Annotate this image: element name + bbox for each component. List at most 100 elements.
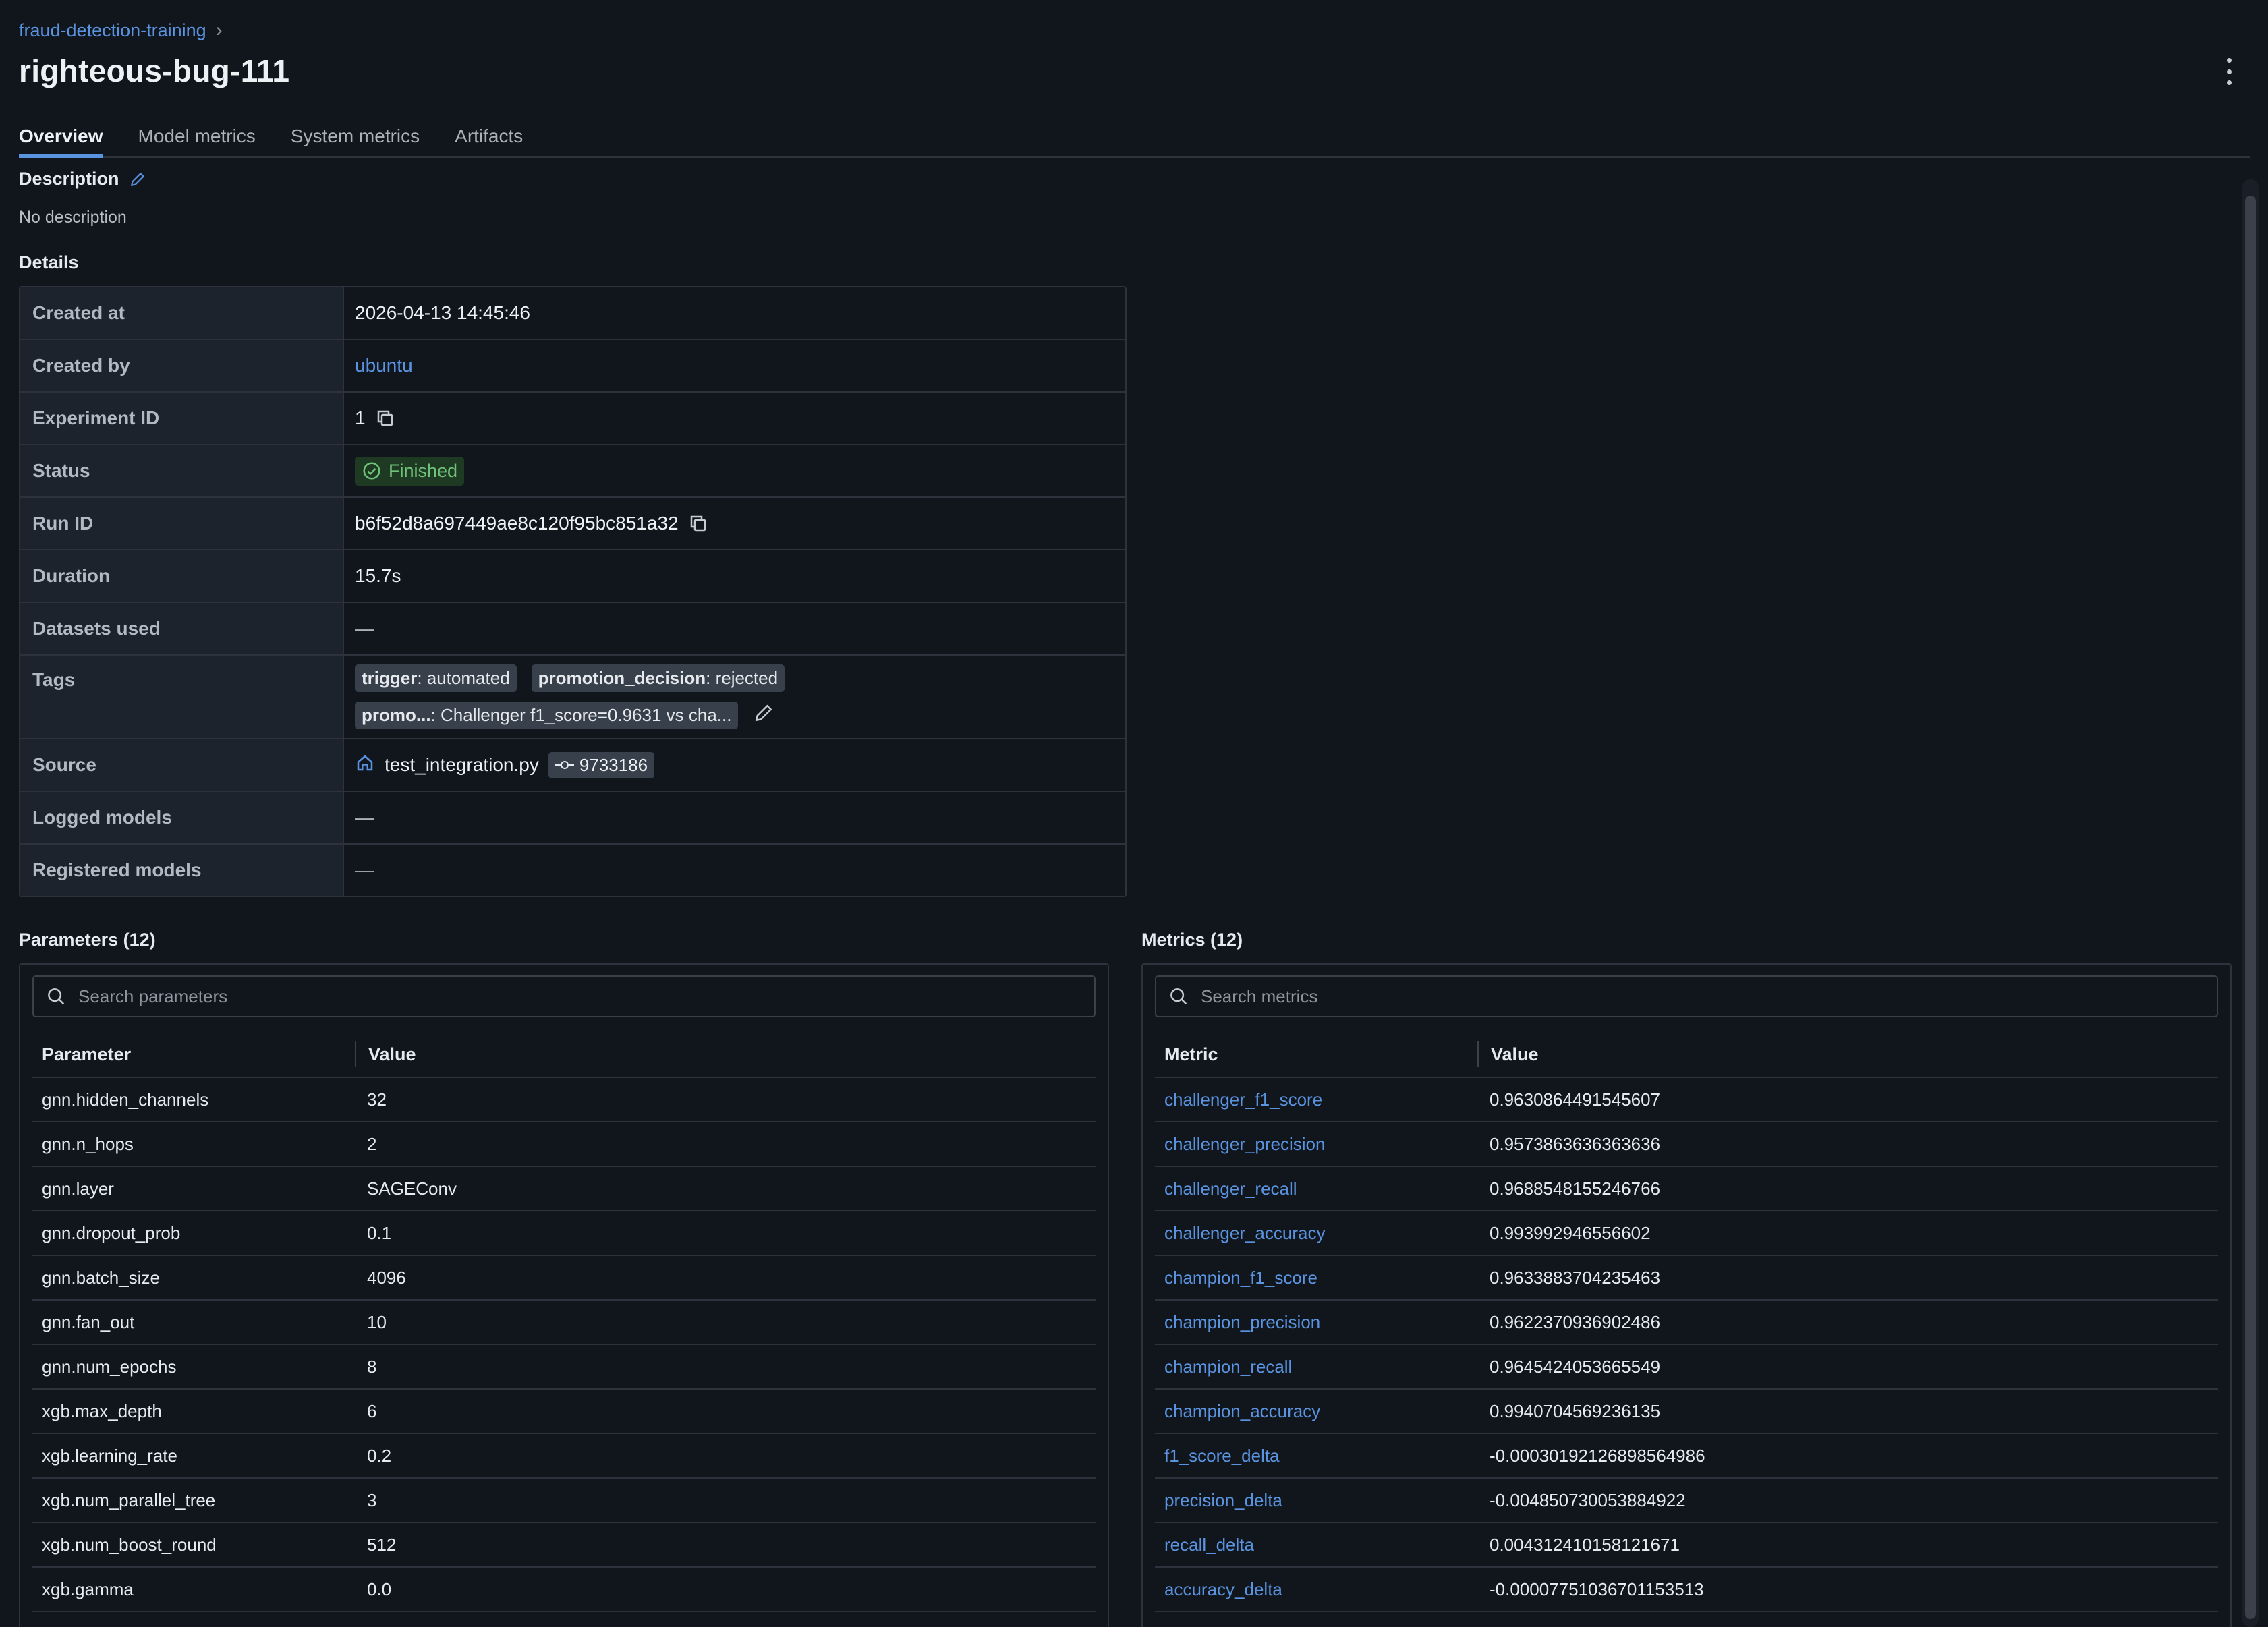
table-row: champion_accuracy 0.9940704569236135 bbox=[1155, 1390, 2218, 1434]
details-row-created-by: Created by ubuntu bbox=[20, 340, 1125, 393]
copy-icon[interactable] bbox=[375, 408, 395, 428]
edit-tags-icon[interactable] bbox=[753, 702, 774, 729]
details-row-status: Status Finished bbox=[20, 445, 1125, 498]
parameter-name: xgb.gamma bbox=[42, 1578, 134, 1599]
value-column-header[interactable]: Value bbox=[355, 1041, 416, 1067]
tag-value: : Challenger f1_score=0.9631 vs cha... bbox=[430, 705, 732, 725]
metric-value: 0.9633883704235463 bbox=[1490, 1267, 1661, 1288]
metric-name-link[interactable]: recall_delta bbox=[1155, 1535, 1477, 1555]
status-badge: Finished bbox=[355, 456, 465, 486]
tab-system-metrics[interactable]: System metrics bbox=[291, 120, 420, 156]
metric-name-link[interactable]: champion_precision bbox=[1155, 1312, 1477, 1333]
value-column-header[interactable]: Value bbox=[1477, 1041, 1539, 1067]
registered-models-value: — bbox=[355, 859, 374, 880]
parameter-name: gnn.n_hops bbox=[42, 1133, 134, 1154]
table-row: f1_score_delta -0.00030192126898564986 bbox=[1155, 1434, 2218, 1479]
parameter-value: 0.2 bbox=[367, 1445, 392, 1466]
tab-model-metrics[interactable]: Model metrics bbox=[138, 120, 256, 156]
created-at-label: Created at bbox=[20, 287, 344, 339]
parameter-column-header[interactable]: Parameter bbox=[32, 1044, 355, 1065]
details-heading: Details bbox=[19, 252, 79, 273]
tag-chip[interactable]: trigger: automated bbox=[355, 664, 517, 692]
table-row: gnn.n_hops 2 bbox=[32, 1122, 1096, 1167]
duration-value: 15.7s bbox=[355, 565, 401, 586]
metric-name-link[interactable]: champion_recall bbox=[1155, 1357, 1477, 1377]
tab-bar: Overview Model metrics System metrics Ar… bbox=[19, 120, 2250, 158]
table-row: gnn.num_epochs 8 bbox=[32, 1345, 1096, 1390]
logged-models-label: Logged models bbox=[20, 792, 344, 843]
table-row: xgb.max_depth 6 bbox=[32, 1390, 1096, 1434]
table-row: challenger_recall 0.9688548155246766 bbox=[1155, 1167, 2218, 1211]
logged-models-value: — bbox=[355, 807, 374, 828]
details-row-run-id: Run ID b6f52d8a697449ae8c120f95bc851a32 bbox=[20, 498, 1125, 550]
copy-icon[interactable] bbox=[688, 513, 708, 534]
tag-value: : rejected bbox=[706, 668, 778, 688]
table-row: xgb.num_parallel_tree 3 bbox=[32, 1479, 1096, 1523]
metric-name-link[interactable]: champion_f1_score bbox=[1155, 1267, 1477, 1288]
metrics-heading: Metrics (12) bbox=[1141, 930, 1243, 950]
details-table: Created at 2026-04-13 14:45:46 Created b… bbox=[19, 286, 1127, 897]
metric-name-link[interactable]: challenger_accuracy bbox=[1155, 1223, 1477, 1244]
edit-description-icon[interactable] bbox=[129, 171, 146, 188]
tab-artifacts[interactable]: Artifacts bbox=[455, 120, 523, 156]
metric-value: 0.004312410158121671 bbox=[1490, 1534, 1680, 1555]
details-row-duration: Duration 15.7s bbox=[20, 550, 1125, 603]
table-row: gnn.dropout_prob 0.1 bbox=[32, 1211, 1096, 1256]
table-row: challenger_f1_score 0.9630864491545607 bbox=[1155, 1078, 2218, 1122]
breadcrumb-experiment-link[interactable]: fraud-detection-training bbox=[19, 20, 206, 41]
tag-chip[interactable]: promo...: Challenger f1_score=0.9631 vs … bbox=[355, 702, 739, 729]
parameters-heading: Parameters (12) bbox=[19, 930, 156, 950]
metric-name-link[interactable]: challenger_f1_score bbox=[1155, 1089, 1477, 1110]
metrics-panel: Metric Value challenger_f1_score 0.963086… bbox=[1141, 963, 2232, 1627]
metric-name-link[interactable]: challenger_precision bbox=[1155, 1134, 1477, 1155]
breadcrumb: fraud-detection-training › bbox=[19, 19, 223, 42]
source-file-link[interactable]: test_integration.py bbox=[385, 754, 539, 776]
parameter-value: 0.1 bbox=[367, 1222, 392, 1243]
metric-column-header[interactable]: Metric bbox=[1155, 1044, 1477, 1065]
tag-key: trigger bbox=[362, 668, 418, 688]
parameter-name: gnn.layer bbox=[42, 1178, 114, 1199]
metric-name-link[interactable]: champion_accuracy bbox=[1155, 1401, 1477, 1422]
more-options-icon[interactable] bbox=[2222, 58, 2236, 85]
search-parameters-input[interactable] bbox=[77, 985, 1082, 1008]
metric-value: 0.9622370936902486 bbox=[1490, 1311, 1661, 1332]
table-row: accuracy_delta -0.00007751036701153513 bbox=[1155, 1568, 2218, 1612]
metric-value: 0.9940704569236135 bbox=[1490, 1400, 1661, 1421]
search-icon bbox=[48, 988, 65, 1005]
metric-value: 0.9645424053665549 bbox=[1490, 1356, 1661, 1377]
tab-overview[interactable]: Overview bbox=[19, 120, 103, 158]
table-row: xgb.num_boost_round 512 bbox=[32, 1523, 1096, 1568]
tag-key: promotion_decision bbox=[538, 668, 706, 688]
tag-chip[interactable]: promotion_decision: rejected bbox=[531, 664, 785, 692]
tag-value: : automated bbox=[417, 668, 510, 688]
parameters-search bbox=[32, 975, 1096, 1017]
details-row-registered-models: Registered models — bbox=[20, 845, 1125, 896]
metric-name-link[interactable]: precision_delta bbox=[1155, 1490, 1477, 1511]
parameter-value: 512 bbox=[367, 1534, 397, 1555]
table-row: gnn.batch_size 4096 bbox=[32, 1256, 1096, 1301]
datasets-label: Datasets used bbox=[20, 603, 344, 654]
scrollbar-thumb[interactable] bbox=[2245, 196, 2256, 1619]
parameter-value: 6 bbox=[367, 1400, 377, 1421]
metric-name-link[interactable]: f1_score_delta bbox=[1155, 1446, 1477, 1466]
parameter-value: 10 bbox=[367, 1311, 387, 1332]
tags-label: Tags bbox=[20, 656, 344, 738]
description-heading: Description bbox=[19, 169, 146, 190]
parameter-name: gnn.num_epochs bbox=[42, 1356, 177, 1377]
parameter-name: gnn.hidden_channels bbox=[42, 1089, 209, 1110]
details-row-datasets: Datasets used — bbox=[20, 603, 1125, 656]
metric-name-link[interactable]: challenger_recall bbox=[1155, 1178, 1477, 1199]
table-row: gnn.hidden_channels 32 bbox=[32, 1078, 1096, 1122]
table-row: gnn.layer SAGEConv bbox=[32, 1167, 1096, 1211]
git-commit-icon bbox=[555, 761, 574, 769]
parameter-value: 0.0 bbox=[367, 1578, 392, 1599]
parameter-name: xgb.num_parallel_tree bbox=[42, 1489, 216, 1510]
commit-badge[interactable]: 9733186 bbox=[548, 751, 655, 778]
parameter-name: gnn.dropout_prob bbox=[42, 1222, 181, 1243]
source-label: Source bbox=[20, 739, 344, 791]
metric-name-link[interactable]: accuracy_delta bbox=[1155, 1579, 1477, 1600]
created-at-value: 2026-04-13 14:45:46 bbox=[355, 302, 530, 323]
search-metrics-input[interactable] bbox=[1199, 985, 2205, 1008]
created-by-link[interactable]: ubuntu bbox=[355, 355, 413, 376]
run-id-value: b6f52d8a697449ae8c120f95bc851a32 bbox=[355, 513, 679, 534]
